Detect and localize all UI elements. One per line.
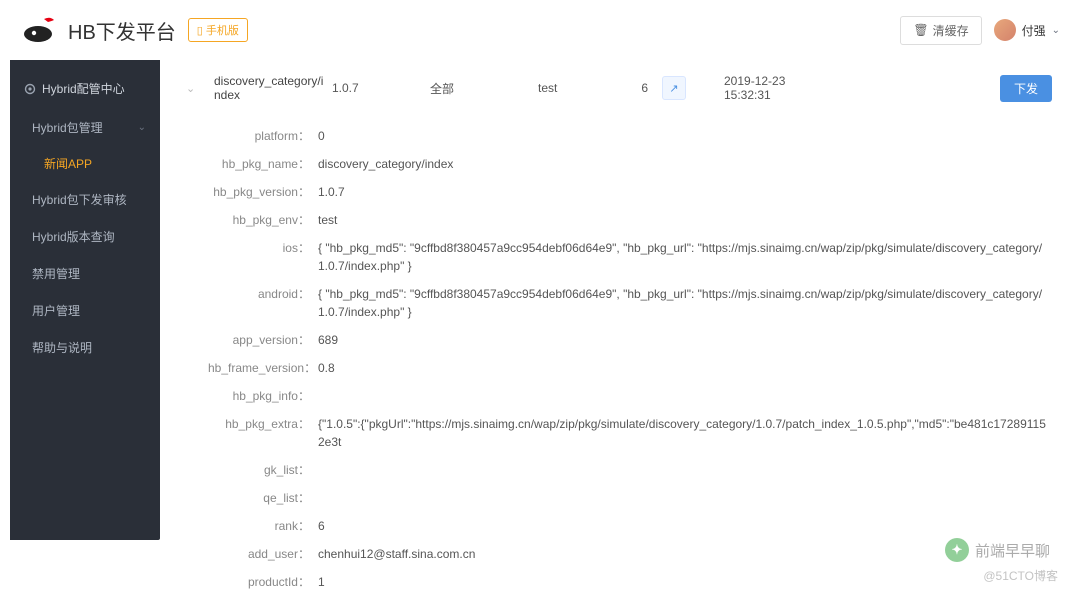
val-rank: 6 [318, 517, 1052, 535]
val-android: { "hb_pkg_md5": "9cffbd8f380457a9cc954de… [318, 285, 1052, 321]
mobile-version-label: 手机版 [206, 22, 239, 38]
gear-icon [24, 83, 36, 95]
sidebar-item-user-manage[interactable]: 用户管理 [10, 292, 160, 329]
user-name: 付强 [1022, 22, 1046, 39]
label-hb-pkg-env: hb_pkg_env [208, 211, 318, 229]
val-qe-list [318, 489, 1052, 507]
sidebar-item-news-app[interactable]: 新闻APP [10, 146, 160, 181]
clear-cache-button[interactable]: 🗑 清缓存 [900, 16, 981, 45]
header: HB下发平台 ▯ 手机版 🗑 清缓存 付强 ⌄ [0, 0, 1080, 60]
mobile-version-button[interactable]: ▯ 手机版 [188, 18, 248, 42]
table-row: ⌄ discovery_category/index 1.0.7 全部 test… [178, 60, 1060, 116]
content: ⌄ discovery_category/index 1.0.7 全部 test… [168, 60, 1080, 608]
label-hb-pkg-version: hb_pkg_version [208, 183, 318, 201]
cell-scope: 全部 [430, 80, 530, 97]
val-hb-pkg-name: discovery_category/index [318, 155, 1052, 173]
user-menu[interactable]: 付强 ⌄ [994, 19, 1060, 41]
clear-cache-label: 清缓存 [933, 22, 969, 39]
label-ios: ios [208, 239, 318, 275]
mobile-icon: ▯ [197, 24, 203, 37]
sidebar-item-deploy-audit[interactable]: Hybrid包下发审核 [10, 181, 160, 218]
sidebar-root-label: Hybrid配管中心 [42, 80, 125, 97]
label-gk-list: gk_list [208, 461, 318, 479]
watermark-text: 前端早早聊 [975, 540, 1050, 561]
sidebar-item-pkg-manage[interactable]: Hybrid包管理 ⌄ [10, 109, 160, 146]
val-ios: { "hb_pkg_md5": "9cffbd8f380457a9cc954de… [318, 239, 1052, 275]
sidebar-item-label: 禁用管理 [32, 265, 80, 282]
cell-pkg-name: discovery_category/index [214, 74, 324, 102]
detail-panel: platform0 hb_pkg_namediscovery_category/… [178, 116, 1060, 604]
collapse-icon[interactable]: ⌄ [186, 82, 206, 95]
val-hb-pkg-info [318, 387, 1052, 405]
val-app-version: 689 [318, 331, 1052, 349]
main: Hybrid配管中心 Hybrid包管理 ⌄ 新闻APP Hybrid包下发审核… [0, 60, 1080, 608]
label-qe-list: qe_list [208, 489, 318, 507]
trash-icon: 🗑 [913, 23, 928, 37]
val-hb-pkg-version: 1.0.7 [318, 183, 1052, 201]
val-gk-list [318, 461, 1052, 479]
rank-up-button[interactable]: ↗ [662, 76, 686, 100]
label-hb-pkg-name: hb_pkg_name [208, 155, 318, 173]
val-add-user: chenhui12@staff.sina.com.cn [318, 545, 1052, 563]
label-add-user: add_user [208, 545, 318, 563]
val-hb-pkg-env: test [318, 211, 1052, 229]
label-hb-pkg-extra: hb_pkg_extra [208, 415, 318, 451]
sidebar-root[interactable]: Hybrid配管中心 [10, 68, 160, 109]
val-hb-pkg-extra: {"1.0.5":{"pkgUrl":"https://mjs.sinaimg.… [318, 415, 1052, 451]
sidebar-item-label: 新闻APP [44, 157, 92, 171]
val-hb-frame-version: 0.8 [318, 359, 1052, 377]
label-product-id: productId [208, 573, 318, 591]
sidebar-item-ban-manage[interactable]: 禁用管理 [10, 255, 160, 292]
val-product-id: 1 [318, 573, 1052, 591]
cell-rank: 6 [626, 81, 654, 95]
deploy-button[interactable]: 下发 [1000, 75, 1052, 102]
cell-version: 1.0.7 [332, 81, 422, 95]
chevron-down-icon: ⌄ [1052, 25, 1060, 36]
sidebar-item-label: Hybrid包下发审核 [32, 191, 127, 208]
label-hb-frame-version: hb_frame_version [208, 359, 318, 377]
sidebar-item-label: 帮助与说明 [32, 339, 92, 356]
app-title: HB下发平台 [68, 16, 176, 45]
header-left: HB下发平台 ▯ 手机版 [20, 16, 248, 45]
sidebar-item-label: Hybrid版本查询 [32, 228, 115, 245]
sidebar-item-label: Hybrid包管理 [32, 119, 103, 136]
label-rank: rank [208, 517, 318, 535]
chevron-down-icon: ⌄ [138, 122, 146, 133]
sidebar-item-version-query[interactable]: Hybrid版本查询 [10, 218, 160, 255]
header-right: 🗑 清缓存 付强 ⌄ [900, 16, 1060, 45]
cell-time: 2019-12-23 15:32:31 [694, 74, 806, 102]
val-platform: 0 [318, 127, 1052, 145]
sidebar: Hybrid配管中心 Hybrid包管理 ⌄ 新闻APP Hybrid包下发审核… [10, 60, 160, 540]
watermark-source: @51CTO博客 [983, 567, 1058, 584]
watermark-brand: ✦ 前端早早聊 [945, 538, 1050, 562]
sidebar-item-label: 用户管理 [32, 302, 80, 319]
label-platform: platform [208, 127, 318, 145]
sina-logo-icon [20, 16, 60, 44]
label-hb-pkg-info: hb_pkg_info [208, 387, 318, 405]
cell-env: test [538, 81, 618, 95]
label-app-version: app_version [208, 331, 318, 349]
wechat-icon: ✦ [945, 538, 969, 562]
avatar [994, 19, 1016, 41]
sidebar-item-help[interactable]: 帮助与说明 [10, 329, 160, 366]
label-android: android [208, 285, 318, 321]
logo-wrap: HB下发平台 [20, 16, 176, 45]
